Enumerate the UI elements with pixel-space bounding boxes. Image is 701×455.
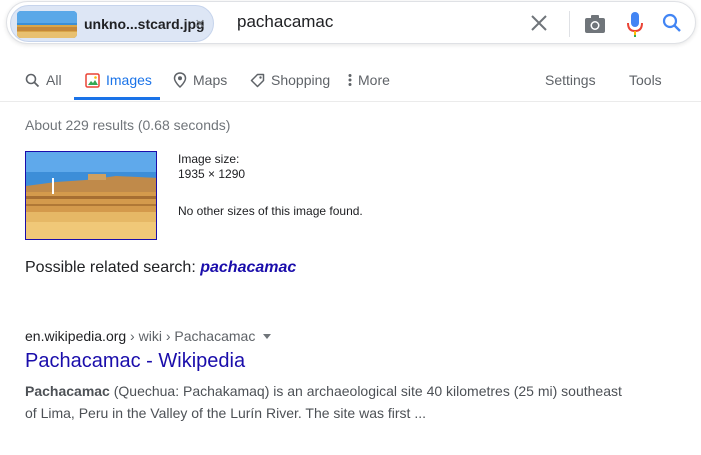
clear-icon[interactable] bbox=[527, 11, 551, 35]
search-icon bbox=[25, 73, 40, 87]
tab-all-label: All bbox=[46, 72, 62, 88]
search-icon[interactable] bbox=[660, 11, 684, 35]
images-icon bbox=[85, 72, 100, 88]
active-tab-indicator bbox=[74, 97, 160, 100]
remove-image-icon[interactable]: × bbox=[195, 14, 205, 34]
image-size-value: 1935 × 1290 bbox=[178, 167, 246, 181]
tab-settings[interactable]: Settings bbox=[545, 71, 596, 89]
result-stats: About 229 results (0.68 seconds) bbox=[25, 117, 231, 133]
tab-all[interactable]: All bbox=[25, 71, 62, 89]
tab-images[interactable]: Images bbox=[85, 71, 152, 89]
search-bar-divider bbox=[569, 11, 570, 37]
uploaded-image-chip[interactable]: unkno...stcard.jpg × bbox=[10, 5, 214, 42]
tab-shopping-label: Shopping bbox=[271, 72, 331, 88]
related-search-label: Possible related search: bbox=[25, 259, 196, 276]
tab-maps-label: Maps bbox=[193, 72, 228, 88]
related-search-link[interactable]: pachacamac bbox=[200, 259, 296, 276]
tab-tools-label: Tools bbox=[629, 72, 662, 88]
tab-tools[interactable]: Tools bbox=[629, 71, 662, 89]
tabs-divider bbox=[0, 101, 701, 102]
tag-icon bbox=[250, 73, 265, 87]
search-input[interactable]: pachacamac bbox=[237, 12, 333, 32]
result-domain: en.wikipedia.org bbox=[25, 328, 127, 344]
tab-more[interactable]: More bbox=[347, 71, 390, 89]
uploaded-image-thumbnail bbox=[17, 11, 77, 38]
snippet-bold-term: Pachacamac bbox=[25, 383, 110, 399]
search-bar[interactable]: unkno...stcard.jpg × pachacamac bbox=[6, 1, 696, 44]
chevron-down-icon[interactable] bbox=[263, 333, 272, 339]
result-snippet: Pachacamac (Quechua: Pachakamaq) is an a… bbox=[25, 380, 635, 424]
query-image-thumbnail[interactable] bbox=[25, 151, 157, 240]
snippet-text: (Quechua: Pachakamaq) is an archaeologic… bbox=[25, 383, 622, 421]
related-search: Possible related search: pachacamac bbox=[25, 259, 296, 277]
more-vert-icon bbox=[348, 74, 352, 86]
tab-settings-label: Settings bbox=[545, 72, 596, 88]
image-size-label: Image size: bbox=[178, 152, 240, 166]
tab-shopping[interactable]: Shopping bbox=[250, 71, 330, 89]
tab-more-label: More bbox=[358, 72, 390, 88]
tab-images-label: Images bbox=[106, 72, 152, 88]
result-path: › wiki › Pachacamac bbox=[126, 328, 256, 344]
tab-maps[interactable]: Maps bbox=[173, 71, 227, 89]
microphone-icon[interactable] bbox=[623, 10, 647, 38]
camera-icon[interactable] bbox=[582, 11, 608, 37]
result-title-link[interactable]: Pachacamac - Wikipedia bbox=[25, 350, 245, 373]
result-url: en.wikipedia.org › wiki › Pachacamac bbox=[25, 328, 272, 344]
map-pin-icon bbox=[173, 72, 187, 88]
other-sizes-note: No other sizes of this image found. bbox=[178, 204, 363, 218]
uploaded-image-name: unkno...stcard.jpg bbox=[84, 16, 205, 32]
